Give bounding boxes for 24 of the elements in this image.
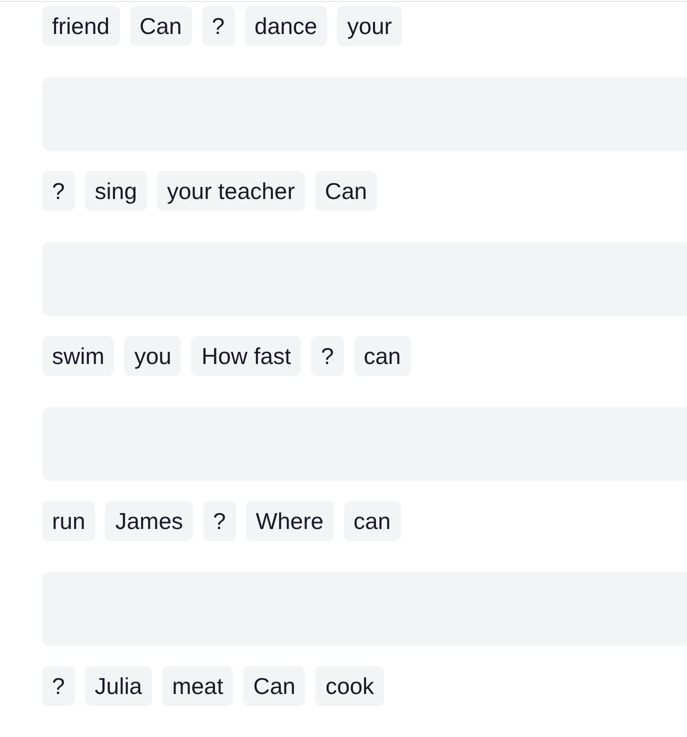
word-tile[interactable]: ? xyxy=(42,171,75,211)
word-tile[interactable]: you xyxy=(124,336,182,376)
word-tile[interactable]: dance xyxy=(244,6,328,46)
word-tile[interactable]: Julia xyxy=(84,666,152,706)
word-tile[interactable]: Can xyxy=(314,171,378,211)
word-tile[interactable]: meat xyxy=(162,666,234,706)
word-tile[interactable]: ? xyxy=(310,336,344,376)
word-tile[interactable]: your teacher xyxy=(157,171,305,211)
word-tile[interactable]: sing xyxy=(84,171,147,211)
word-tile[interactable]: Where xyxy=(246,501,334,541)
word-tile[interactable]: can xyxy=(354,336,411,376)
word-tile[interactable]: Can xyxy=(130,6,192,46)
word-tile[interactable]: Can xyxy=(243,666,306,706)
word-tile[interactable]: cook xyxy=(315,666,384,706)
word-tile[interactable]: James xyxy=(105,501,193,541)
word-tile[interactable]: ? xyxy=(203,501,236,541)
word-tile[interactable]: ? xyxy=(202,6,235,46)
word-tile[interactable]: your xyxy=(337,6,402,46)
word-tile[interactable]: ? xyxy=(42,666,75,706)
word-tile[interactable]: swim xyxy=(42,336,114,376)
word-tile[interactable]: How fast xyxy=(191,336,301,376)
word-tile[interactable]: run xyxy=(42,501,96,541)
word-tile[interactable]: can xyxy=(344,501,401,541)
word-tile[interactable]: friend xyxy=(42,6,120,46)
